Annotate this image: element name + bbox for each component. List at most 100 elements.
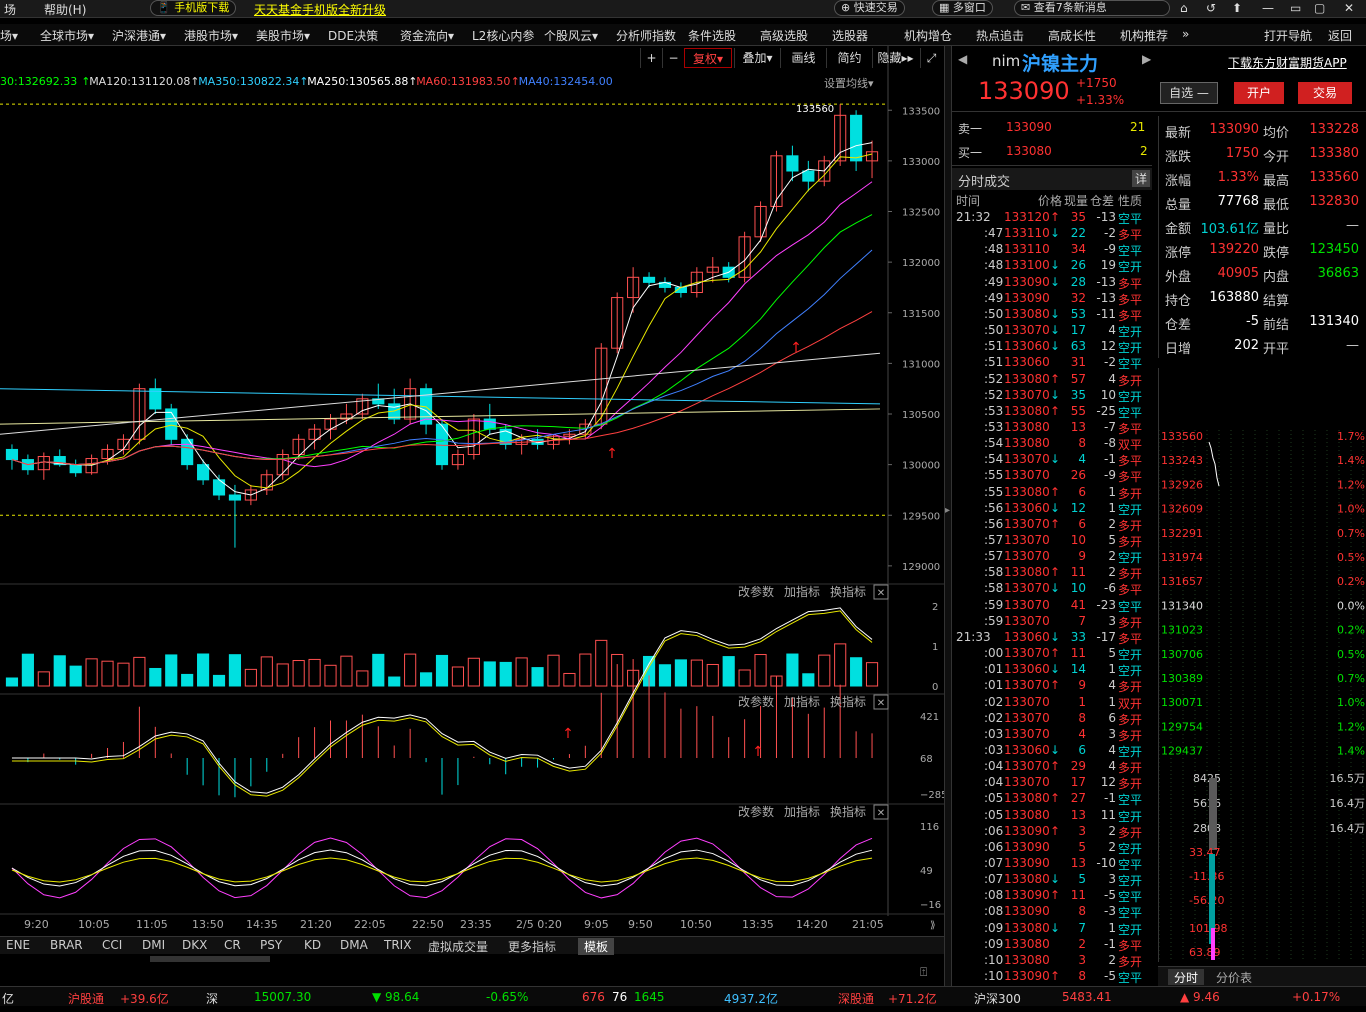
menu-item-2[interactable]: 沪深港通▾ (112, 27, 166, 44)
menu-item-3[interactable]: 港股市场▾ (184, 27, 238, 44)
tick-cell: 多开 (1118, 518, 1143, 533)
indicator-tab[interactable]: 模板 (578, 938, 615, 955)
fund-promo-link[interactable]: 天天基金手机版全新升级 (254, 1, 386, 18)
indicator-tab[interactable]: CR (224, 938, 241, 952)
panel-add-button[interactable]: 加指标 (784, 694, 820, 709)
panel-close-button[interactable]: ✕ (877, 808, 885, 819)
indicator-tab[interactable]: DMI (142, 938, 165, 952)
mini-timeshare[interactable]: 133560 133243 132926 132609 132291 131974 1316… (1158, 368, 1366, 962)
pin-icon[interactable]: ⬆ (1232, 1, 1242, 15)
menu-item-11[interactable]: 高级选股 (760, 27, 808, 44)
menu-item-13[interactable]: 机构增仓 (904, 27, 952, 44)
maximize-icon[interactable]: ▢ (1314, 1, 1325, 15)
mini-indicator-label: 33.47 (1189, 846, 1221, 859)
panel-switch-button[interactable]: 换指标 (830, 694, 866, 709)
tick-cell: 27 (1070, 791, 1086, 806)
indicator-tab[interactable]: DKX (182, 938, 207, 952)
indicator-tab[interactable]: ENE (6, 938, 30, 952)
hs300-label[interactable]: 沪深300 (974, 990, 1021, 1007)
panel-add-button[interactable]: 加指标 (784, 584, 820, 599)
multi-window-button[interactable]: ▦ 多窗口 (932, 0, 993, 16)
sz-label[interactable]: 深 (206, 990, 218, 1007)
panel-close-button[interactable]: ✕ (877, 698, 885, 709)
close-icon[interactable]: ✕ (1344, 1, 1354, 15)
collapse-icon[interactable]: ▸ (945, 505, 950, 516)
restore-icon[interactable]: ▭ (1290, 1, 1301, 15)
set-ma-button[interactable]: 设置均线▾ (824, 75, 874, 91)
indicator-tab[interactable]: PSY (260, 938, 282, 952)
menu-item-1[interactable]: 全球市场▾ (40, 27, 94, 44)
menu-item-8[interactable]: 个股风云▾ (544, 27, 598, 44)
menu-item-5[interactable]: DDE决策 (328, 27, 378, 44)
news-button[interactable]: ✉ 查看7条新消息 (1014, 0, 1170, 16)
restore-right-button[interactable]: 复权▾ (684, 48, 732, 68)
chart-scrollbar[interactable] (150, 956, 270, 962)
fullscreen-button[interactable]: ⤢ (920, 48, 942, 68)
hide-button[interactable]: 隐藏▸▸ (872, 48, 918, 68)
quick-trade-button[interactable]: ⊕ 快速交易 (834, 0, 905, 16)
prev-icon[interactable]: ◀ (958, 52, 967, 66)
tick-list[interactable]: 21:32 133120 ↑ 35 -13 空平:47 133110 ↓ 22 -2 多平:48 13… (952, 210, 1156, 990)
watchlist-button[interactable]: 自选 — (1160, 82, 1218, 104)
overlay-button[interactable]: 叠加▾ (734, 48, 780, 68)
tick-cell: 133080 (1004, 436, 1050, 451)
draw-line-button[interactable]: 画线 (780, 48, 826, 68)
indicator-tab[interactable]: CCI (102, 938, 122, 952)
menu-item-16[interactable]: 机构推荐 (1120, 27, 1168, 44)
panel-params-button[interactable]: 改参数 (738, 584, 774, 599)
menu-item-14[interactable]: 热点追击 (976, 27, 1024, 44)
hgt-label[interactable]: 沪股通 (68, 990, 104, 1007)
menu-item-12[interactable]: 选股器 (832, 27, 868, 44)
back-icon[interactable]: ↺ (1206, 1, 1216, 15)
tick-cell: ↓ (1050, 274, 1061, 289)
menu-item-15[interactable]: 高成长性 (1048, 27, 1096, 44)
trade-button[interactable]: 交易 (1298, 82, 1352, 104)
zoom-in-button[interactable]: + (640, 48, 662, 68)
menu-market[interactable]: 场 (4, 1, 16, 18)
tick-cell: 28 (1070, 274, 1086, 289)
panel-switch-button[interactable]: 换指标 (830, 804, 866, 819)
indicator-tab[interactable]: DMA (340, 938, 368, 952)
indicator-tab[interactable]: 更多指标 (508, 938, 556, 955)
panel-params-button[interactable]: 改参数 (738, 804, 774, 819)
menu-item-0[interactable]: 场▾ (0, 27, 18, 44)
mobile-download-button[interactable]: 📱 手机版下载 (150, 0, 237, 16)
col-time: 时间 (956, 194, 981, 208)
menu-item-18[interactable]: 打开导航 (1264, 27, 1312, 44)
hgt-value: +39.6亿 (120, 992, 169, 1006)
zoom-out-button[interactable]: − (662, 48, 684, 68)
indicator-tab[interactable]: 虚拟成交量 (428, 938, 488, 955)
kline-chart[interactable]: 133500 133000 132500 132000 131500 131000 1305… (0, 46, 944, 936)
expand-icon[interactable]: ⍐ (920, 965, 927, 980)
indicator-tab[interactable]: KD (304, 938, 321, 952)
tab-price-table[interactable]: 分价表 (1216, 969, 1252, 986)
kdj-axis-label: 116 (920, 822, 939, 833)
menu-item-7[interactable]: L2核心内参 (472, 27, 534, 44)
panel-params-button[interactable]: 改参数 (738, 694, 774, 709)
menu-item-9[interactable]: 分析师指数 (616, 27, 676, 44)
tab-timeshare[interactable]: 分时 (1168, 969, 1204, 985)
mini-timeshare-chart[interactable]: 133560 133243 132926 132609 132291 131974 1316… (1159, 368, 1366, 962)
panel-switch-button[interactable]: 换指标 (830, 584, 866, 599)
candle-body (802, 170, 815, 182)
indicator-tab[interactable]: BRAR (50, 938, 83, 952)
tick-detail-button[interactable]: 详 (1132, 170, 1150, 187)
panel-close-button[interactable]: ✕ (877, 588, 885, 599)
chart-area[interactable]: 133500 133000 132500 132000 131500 131000 1305… (0, 46, 944, 936)
simple-button[interactable]: 简约 (826, 48, 872, 68)
menu-item-6[interactable]: 资金流向▾ (400, 27, 454, 44)
next-icon[interactable]: ▶ (1142, 52, 1151, 66)
menu-item-19[interactable]: 返回 (1328, 27, 1352, 44)
panel-splitter[interactable] (944, 46, 952, 986)
sgt-label[interactable]: 深股通 (838, 990, 874, 1007)
panel-add-button[interactable]: 加指标 (784, 804, 820, 819)
menu-item-17[interactable]: » (1182, 27, 1189, 41)
open-account-button[interactable]: 开户 (1234, 82, 1284, 104)
menu-item-4[interactable]: 美股市场▾ (256, 27, 310, 44)
download-app-link[interactable]: 下载东方财富期货APP (1228, 54, 1347, 71)
menu-help[interactable]: 帮助(H) (44, 1, 86, 18)
minimize-icon[interactable]: — (1262, 1, 1274, 15)
indicator-tab[interactable]: TRIX (384, 938, 411, 952)
home-icon[interactable]: ⌂ (1180, 1, 1188, 15)
menu-item-10[interactable]: 条件选股 (688, 27, 736, 44)
